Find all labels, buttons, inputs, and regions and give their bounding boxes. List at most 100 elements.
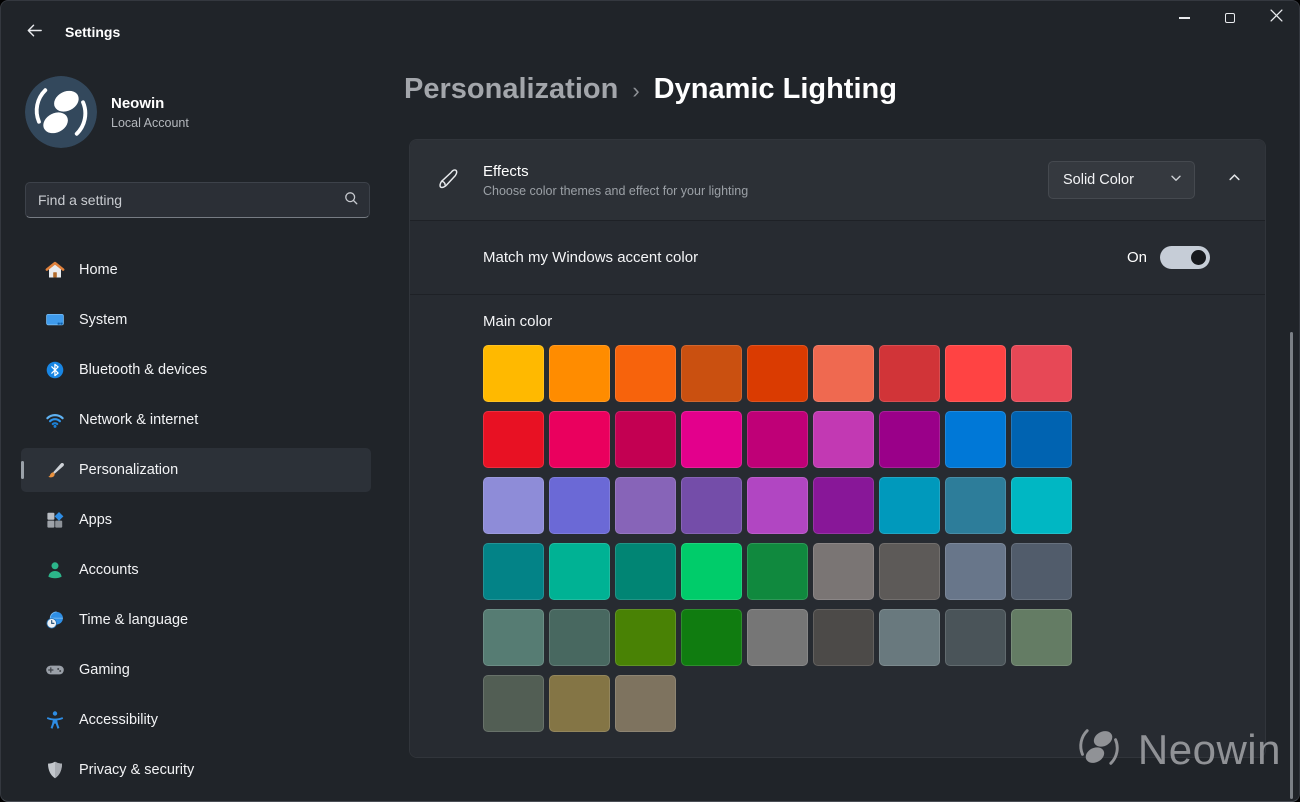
close-icon xyxy=(1270,9,1283,27)
color-swatch-violet-red[interactable] xyxy=(813,477,874,534)
close-button[interactable] xyxy=(1253,1,1299,35)
color-swatch-iris-pastel[interactable] xyxy=(615,477,676,534)
color-swatch-default-blue[interactable] xyxy=(945,411,1006,468)
color-swatch-liddy-green[interactable] xyxy=(1011,609,1072,666)
color-swatch-gray-brown[interactable] xyxy=(879,543,940,600)
color-swatch-mint-light[interactable] xyxy=(549,543,610,600)
chevron-up-icon xyxy=(1228,171,1241,189)
color-swatch-green[interactable] xyxy=(681,609,742,666)
sidebar-item-apps[interactable]: Apps xyxy=(21,498,371,542)
color-swatch-yellow-gold[interactable] xyxy=(483,345,544,402)
color-swatch-violet-red-light[interactable] xyxy=(747,477,808,534)
color-swatch-sport-green[interactable] xyxy=(747,543,808,600)
sidebar-item-label: System xyxy=(79,312,127,328)
sidebar-item-label: Gaming xyxy=(79,662,130,678)
color-swatch-pale-red[interactable] xyxy=(1011,345,1072,402)
color-swatch-mod-red[interactable] xyxy=(945,345,1006,402)
color-swatch-orchid[interactable] xyxy=(879,411,940,468)
color-swatch-seafoam-teal[interactable] xyxy=(483,543,544,600)
sidebar-item-label: Personalization xyxy=(79,462,178,478)
collapse-expander-button[interactable] xyxy=(1223,167,1245,193)
color-swatch-rose-bright[interactable] xyxy=(549,411,610,468)
color-swatch-seafoam[interactable] xyxy=(1011,477,1072,534)
color-swatch-gray-dark[interactable] xyxy=(945,609,1006,666)
time-language-icon xyxy=(45,610,65,630)
color-swatch-steel-blue[interactable] xyxy=(945,543,1006,600)
color-swatch-cool-blue-bright[interactable] xyxy=(879,477,940,534)
accessibility-icon xyxy=(45,710,65,730)
neowin-logo-icon xyxy=(1072,720,1126,779)
page-title: Dynamic Lighting xyxy=(654,73,897,106)
accent-match-toggle[interactable] xyxy=(1160,246,1210,269)
window-controls xyxy=(1161,1,1299,35)
color-swatch-meadow-green[interactable] xyxy=(615,609,676,666)
sidebar-item-label: Accounts xyxy=(79,562,139,578)
color-swatch-storm[interactable] xyxy=(813,609,874,666)
color-swatch-mint-dark[interactable] xyxy=(615,543,676,600)
chevron-down-icon xyxy=(1170,171,1182,189)
toggle-knob xyxy=(1191,250,1206,265)
sidebar-item-label: Time & language xyxy=(79,612,188,628)
color-swatch-orange-dark[interactable] xyxy=(681,345,742,402)
gaming-icon xyxy=(45,660,65,680)
color-swatch-metal-blue[interactable] xyxy=(1011,543,1072,600)
color-swatch-camouflage[interactable] xyxy=(615,675,676,732)
color-swatch-gold[interactable] xyxy=(549,345,610,402)
sidebar-item-label: Accessibility xyxy=(79,712,158,728)
color-swatch-purple-shadow[interactable] xyxy=(483,477,544,534)
color-swatch-camouflage-desert[interactable] xyxy=(549,675,610,732)
sidebar-nav: Home System Bluetooth & devices Network & i… xyxy=(21,248,371,798)
sidebar-item-privacy-and-security[interactable]: Privacy & security xyxy=(21,748,371,792)
content: Personalization › Dynamic Lighting Effec… xyxy=(391,49,1299,801)
color-swatch-red[interactable] xyxy=(483,411,544,468)
vertical-scrollbar[interactable] xyxy=(1290,332,1293,799)
avatar xyxy=(25,76,97,148)
color-swatch-plum-light[interactable] xyxy=(681,411,742,468)
chevron-right-icon: › xyxy=(632,78,639,104)
color-swatch-rose[interactable] xyxy=(615,411,676,468)
account-block[interactable]: Neowin Local Account xyxy=(25,76,189,148)
color-swatch-sage[interactable] xyxy=(483,675,544,732)
color-swatch-pale-rust[interactable] xyxy=(813,345,874,402)
maximize-icon xyxy=(1225,13,1235,23)
back-button[interactable] xyxy=(21,20,47,46)
sidebar-item-home[interactable]: Home xyxy=(21,248,371,292)
home-icon xyxy=(45,260,65,280)
sidebar-item-label: Home xyxy=(79,262,118,278)
color-swatch-overcast[interactable] xyxy=(747,609,808,666)
color-swatch-rust[interactable] xyxy=(747,345,808,402)
color-swatch-moss[interactable] xyxy=(549,609,610,666)
color-swatch-gray[interactable] xyxy=(813,543,874,600)
breadcrumb-parent[interactable]: Personalization xyxy=(404,73,618,106)
sidebar-item-gaming[interactable]: Gaming xyxy=(21,648,371,692)
color-swatch-iris-spring[interactable] xyxy=(681,477,742,534)
color-swatch-cool-blue[interactable] xyxy=(945,477,1006,534)
effects-dropdown[interactable]: Solid Color xyxy=(1048,161,1195,199)
color-swatch-plum[interactable] xyxy=(747,411,808,468)
color-swatch-turf-green[interactable] xyxy=(681,543,742,600)
effects-header: Effects Choose color themes and effect f… xyxy=(410,140,1265,220)
sidebar-item-network-and-internet[interactable]: Network & internet xyxy=(21,398,371,442)
privacy-security-icon xyxy=(45,760,65,780)
maximize-button[interactable] xyxy=(1207,1,1253,35)
sidebar-item-bluetooth-and-devices[interactable]: Bluetooth & devices xyxy=(21,348,371,392)
color-swatch-pale-moss[interactable] xyxy=(483,609,544,666)
sidebar-item-accessibility[interactable]: Accessibility xyxy=(21,698,371,742)
sidebar-item-system[interactable]: System xyxy=(21,298,371,342)
color-swatch-blue-gray[interactable] xyxy=(879,609,940,666)
sidebar-item-time-and-language[interactable]: Time & language xyxy=(21,598,371,642)
color-swatch-orange-bright[interactable] xyxy=(615,345,676,402)
color-swatch-brick-red[interactable] xyxy=(879,345,940,402)
selected-indicator xyxy=(21,461,24,479)
personalization-icon xyxy=(45,460,65,480)
sidebar-item-accounts[interactable]: Accounts xyxy=(21,548,371,592)
search-input[interactable] xyxy=(38,192,343,208)
minimize-button[interactable] xyxy=(1161,1,1207,35)
color-swatch-navy-blue[interactable] xyxy=(1011,411,1072,468)
color-swatch-purple-shadow-dark[interactable] xyxy=(549,477,610,534)
accent-match-label: Match my Windows accent color xyxy=(483,249,1127,266)
sidebar-item-personalization[interactable]: Personalization xyxy=(21,448,371,492)
color-swatch-orchid-light[interactable] xyxy=(813,411,874,468)
main-color-section: Main color xyxy=(410,295,1265,757)
search-box[interactable] xyxy=(25,182,370,218)
